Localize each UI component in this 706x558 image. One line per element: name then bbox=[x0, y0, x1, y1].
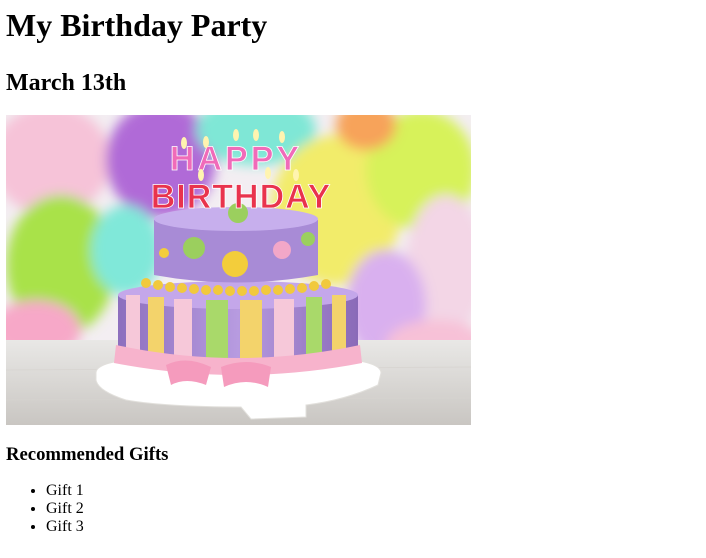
list-item: Gift 1 bbox=[46, 482, 700, 500]
list-item: Gift 3 bbox=[46, 518, 700, 536]
gifts-heading: Recommended Gifts bbox=[6, 444, 169, 465]
birthday-cake-image: HAPPY BIRTHDAY bbox=[6, 115, 471, 425]
party-date: March 13th bbox=[6, 70, 127, 96]
gift-list: Gift 1 Gift 2 Gift 3 bbox=[6, 482, 700, 536]
candle-text-happy: HAPPY bbox=[170, 140, 302, 178]
page-title: My Birthday Party bbox=[6, 7, 268, 43]
list-item: Gift 2 bbox=[46, 500, 700, 518]
page: My Birthday Party March 13th HAPPY BIRTH… bbox=[0, 7, 706, 536]
candle-text-birthday: BIRTHDAY bbox=[151, 178, 332, 216]
